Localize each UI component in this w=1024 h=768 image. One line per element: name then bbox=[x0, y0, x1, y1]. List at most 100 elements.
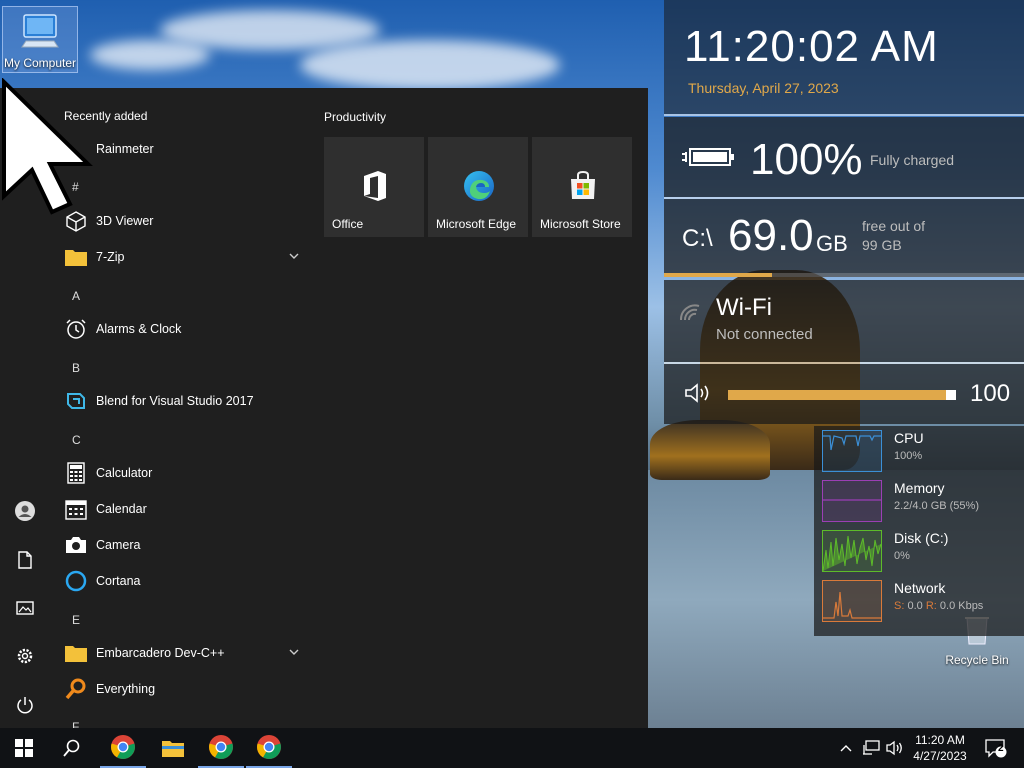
battery-percent: 100% bbox=[750, 135, 863, 184]
documents-button[interactable] bbox=[12, 547, 38, 573]
group-letter[interactable]: B bbox=[72, 361, 80, 375]
network-send-value: 0.0 bbox=[907, 600, 923, 612]
user-account-button[interactable] bbox=[12, 498, 38, 524]
my-computer-desktop-icon[interactable]: My Computer bbox=[2, 6, 78, 73]
disk-usage-track bbox=[664, 273, 1024, 277]
chevron-down-icon[interactable] bbox=[288, 646, 300, 658]
widget-separator bbox=[664, 114, 1024, 116]
app-label: Calendar bbox=[96, 502, 147, 516]
start-button[interactable] bbox=[0, 728, 48, 768]
power-icon bbox=[17, 697, 33, 714]
battery-widget: 100% Fully charged bbox=[664, 117, 1024, 197]
disk-drive-letter: C:\ bbox=[682, 225, 713, 252]
monitor-name: Disk (C:) bbox=[894, 530, 949, 546]
clock-widget: 11:20:02 AM Thursday, April 27, 2023 bbox=[664, 0, 1024, 114]
network-receive-value: 0.0 Kbps bbox=[939, 600, 984, 612]
volume-thumb[interactable] bbox=[946, 390, 956, 400]
tray-time: 11:20 AM bbox=[915, 733, 965, 747]
disk-widget: C:\ 69.0 GB free out of 99 GB bbox=[664, 199, 1024, 277]
volume-fill bbox=[728, 390, 956, 400]
clock-date: Thursday, April 27, 2023 bbox=[688, 80, 839, 96]
volume-widget: 100 bbox=[664, 364, 1024, 424]
monitor-value: 100% bbox=[894, 450, 923, 462]
app-label: Rainmeter bbox=[96, 142, 154, 156]
search-button[interactable] bbox=[48, 728, 96, 768]
pictures-button[interactable] bbox=[12, 595, 38, 621]
chevron-down-icon[interactable] bbox=[288, 250, 300, 262]
calendar-icon bbox=[65, 500, 87, 520]
volume-tray-button[interactable] bbox=[884, 728, 906, 768]
monitor-row-network: Network S: 0.0 R: 0.0 Kbps bbox=[822, 576, 1022, 622]
pictures-icon bbox=[16, 601, 34, 615]
show-hidden-icons-button[interactable] bbox=[836, 728, 856, 768]
app-3d-viewer[interactable]: 3D Viewer bbox=[64, 206, 304, 236]
network-receive-label: R: bbox=[925, 600, 937, 612]
group-letter[interactable]: E bbox=[72, 613, 80, 627]
app-everything[interactable]: Everything bbox=[64, 674, 304, 704]
battery-status: Fully charged bbox=[870, 152, 955, 168]
settings-icon bbox=[17, 648, 33, 664]
app-label: Calculator bbox=[96, 466, 153, 480]
tile-microsoft-edge[interactable]: Microsoft Edge bbox=[428, 137, 528, 237]
app-alarms-clock[interactable]: Alarms & Clock bbox=[64, 314, 304, 344]
taskbar-file-explorer[interactable] bbox=[150, 728, 196, 768]
taskbar-chrome-2[interactable] bbox=[198, 728, 244, 768]
chrome-icon bbox=[209, 735, 233, 759]
group-letter[interactable]: F bbox=[72, 720, 79, 728]
group-letter[interactable]: C bbox=[72, 433, 81, 447]
volume-slider[interactable] bbox=[728, 390, 956, 400]
monitor-value: S: 0.0 R: 0.0 Kbps bbox=[894, 600, 983, 612]
network-icon bbox=[863, 740, 880, 755]
app-camera[interactable]: Camera bbox=[64, 530, 304, 560]
monitor-value: 2.2/4.0 GB (55%) bbox=[894, 500, 979, 512]
tile-microsoft-store[interactable]: Microsoft Store bbox=[532, 137, 632, 237]
computer-icon bbox=[21, 14, 59, 48]
monitor-row-disk: Disk (C:) 0% bbox=[822, 526, 1022, 572]
tile-label: Microsoft Store bbox=[540, 217, 621, 231]
monitor-name: Memory bbox=[894, 480, 945, 496]
app-7zip-folder[interactable]: 7-Zip bbox=[64, 242, 304, 272]
wifi-icon bbox=[679, 304, 700, 321]
app-cortana[interactable]: Cortana bbox=[64, 566, 304, 596]
disk-unit: GB bbox=[816, 231, 848, 256]
windows-start-icon bbox=[15, 739, 33, 757]
app-label: 7-Zip bbox=[96, 250, 125, 264]
chevron-up-icon bbox=[840, 745, 852, 752]
blend-icon bbox=[67, 393, 85, 409]
chrome-icon bbox=[111, 735, 135, 759]
network-graph bbox=[822, 580, 882, 622]
battery-icon bbox=[682, 148, 734, 166]
network-tray-button[interactable] bbox=[860, 728, 882, 768]
app-label: Blend for Visual Studio 2017 bbox=[96, 394, 254, 408]
volume-value: 100 bbox=[970, 380, 1011, 407]
app-rainmeter[interactable]: Rainmeter bbox=[64, 134, 304, 164]
my-computer-label: My Computer bbox=[3, 56, 77, 70]
speaker-icon bbox=[685, 383, 709, 403]
taskbar-chrome-3[interactable] bbox=[246, 728, 292, 768]
settings-button[interactable] bbox=[12, 643, 38, 669]
tile-office[interactable]: Office bbox=[324, 137, 424, 237]
taskbar: 11:20 AM 4/27/2023 2 bbox=[0, 728, 1024, 768]
disk-free-value: 69.0 bbox=[728, 211, 814, 260]
tile-label: Office bbox=[332, 217, 364, 231]
calculator-icon bbox=[67, 462, 85, 484]
tiles-group-title: Productivity bbox=[324, 110, 387, 124]
taskbar-chrome-1[interactable] bbox=[100, 728, 146, 768]
app-blend-vs2017[interactable]: Blend for Visual Studio 2017 bbox=[64, 386, 304, 416]
document-icon bbox=[18, 551, 32, 569]
volume-icon bbox=[886, 740, 902, 756]
power-button[interactable] bbox=[12, 692, 38, 718]
wifi-name: Wi-Fi bbox=[716, 294, 772, 321]
monitor-name: CPU bbox=[894, 430, 924, 446]
tray-clock[interactable]: 11:20 AM 4/27/2023 bbox=[908, 732, 972, 764]
app-calculator[interactable]: Calculator bbox=[64, 458, 304, 488]
group-letter[interactable]: A bbox=[72, 289, 80, 303]
magnifier-icon bbox=[65, 678, 86, 700]
app-calendar[interactable]: Calendar bbox=[64, 494, 304, 524]
memory-graph bbox=[822, 480, 882, 522]
app-embarcadero-folder[interactable]: Embarcadero Dev-C++ bbox=[64, 638, 304, 668]
wallpaper-cloud bbox=[90, 40, 210, 70]
action-center-button[interactable]: 2 bbox=[976, 728, 1016, 768]
wallpaper-rock bbox=[650, 420, 770, 480]
mouse-cursor-icon bbox=[1, 78, 93, 215]
